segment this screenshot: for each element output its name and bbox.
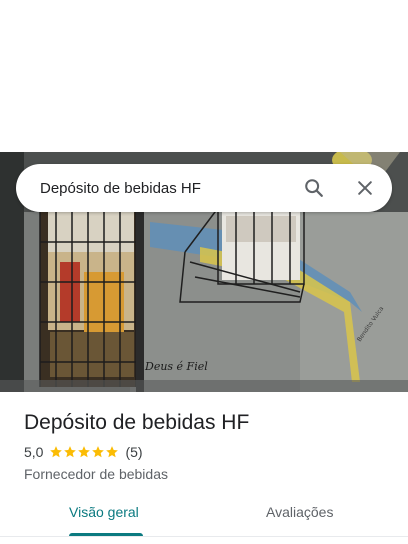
wall-graffiti-text: Deus é Fiel bbox=[144, 360, 208, 373]
star-icon bbox=[78, 446, 91, 458]
search-bar[interactable]: Depósito de bebidas HF bbox=[16, 164, 392, 212]
tab-reviews[interactable]: Avaliações bbox=[266, 504, 333, 520]
place-info-panel: Depósito de bebidas HF 5,0 (5) Fornecedo… bbox=[0, 392, 408, 544]
star-icon bbox=[50, 446, 63, 458]
star-icon bbox=[106, 446, 119, 458]
rating-stars bbox=[49, 445, 119, 459]
search-icon[interactable] bbox=[302, 176, 326, 200]
place-category[interactable]: Fornecedor de bebidas bbox=[24, 466, 168, 482]
review-count[interactable]: (5) bbox=[125, 444, 142, 460]
rating-row[interactable]: 5,0 (5) bbox=[24, 444, 143, 460]
rating-value: 5,0 bbox=[24, 444, 44, 460]
place-title: Depósito de bebidas HF bbox=[24, 411, 250, 434]
star-icon bbox=[92, 446, 105, 458]
star-icon bbox=[64, 446, 77, 458]
tab-overview[interactable]: Visão geral bbox=[69, 504, 139, 520]
tabs-divider bbox=[0, 536, 408, 537]
close-icon[interactable] bbox=[353, 176, 377, 200]
search-query-text[interactable]: Depósito de bebidas HF bbox=[40, 180, 392, 197]
map-blank-area bbox=[0, 0, 408, 152]
place-tabs: Visão geral Avaliações bbox=[0, 496, 408, 537]
